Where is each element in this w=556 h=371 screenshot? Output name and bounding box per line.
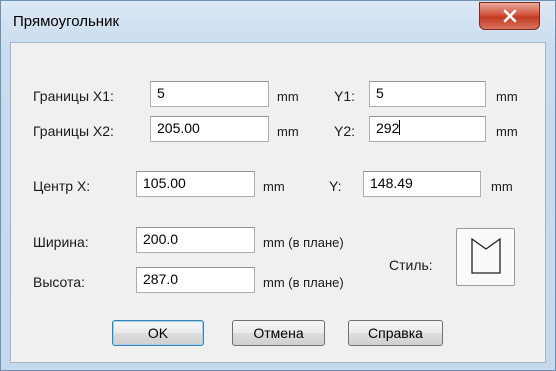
center-y-unit: mm (491, 179, 513, 194)
bounds-x2-value: 205.00 (157, 120, 200, 136)
width-input[interactable]: 200.0 (136, 227, 255, 253)
bounds-x2-input[interactable]: 205.00 (150, 116, 269, 142)
rectangle-style-icon (469, 237, 503, 278)
width-value: 200.0 (143, 231, 179, 247)
bounds-y1-input[interactable]: 5 (369, 81, 486, 107)
bounds-x2-unit: mm (277, 124, 299, 139)
bounds-x1-value: 5 (157, 85, 165, 101)
close-button[interactable] (479, 2, 540, 30)
bounds-y2-input[interactable]: 292 (369, 116, 486, 142)
bounds-x2-label: Границы X2: (33, 123, 114, 139)
bounds-y2-value: 292 (376, 120, 400, 136)
center-x-value: 105.00 (143, 175, 186, 191)
bounds-y1-label: Y1: (334, 88, 356, 104)
style-button[interactable] (456, 228, 515, 286)
height-value: 287.0 (143, 271, 179, 287)
ok-button[interactable]: OK (112, 320, 204, 346)
bounds-x1-label: Границы X1: (33, 88, 114, 104)
close-icon (503, 9, 517, 23)
center-x-input[interactable]: 105.00 (136, 171, 255, 197)
center-y-input[interactable]: 148.49 (363, 171, 481, 197)
center-y-label: Y: (329, 178, 342, 194)
bounds-y2-unit: mm (496, 124, 518, 139)
center-x-label: Центр X: (33, 178, 91, 194)
height-label: Высота: (33, 274, 85, 290)
text-caret (399, 120, 401, 135)
center-y-value: 148.49 (370, 175, 413, 191)
title-bar[interactable]: Прямоугольник (1, 1, 555, 41)
center-x-unit: mm (263, 179, 285, 194)
bounds-x1-input[interactable]: 5 (150, 81, 269, 107)
bounds-y2-label: Y2: (334, 123, 356, 139)
bounds-y1-value: 5 (376, 85, 384, 101)
style-label: Стиль: (389, 257, 433, 273)
bounds-x1-unit: mm (277, 89, 299, 104)
dialog-window: Прямоугольник Границы X1: 5 mm Y1: 5 mm … (0, 0, 556, 371)
window-title: Прямоугольник (13, 13, 120, 30)
width-unit: mm (в плане) (263, 235, 344, 250)
bounds-y1-unit: mm (496, 89, 518, 104)
dialog-client-area: Границы X1: 5 mm Y1: 5 mm Границы X2: 20… (10, 42, 546, 363)
width-label: Ширина: (33, 234, 89, 250)
cancel-button[interactable]: Отмена (232, 320, 325, 346)
help-button[interactable]: Справка (348, 320, 443, 346)
height-input[interactable]: 287.0 (136, 267, 255, 293)
height-unit: mm (в плане) (263, 275, 344, 290)
